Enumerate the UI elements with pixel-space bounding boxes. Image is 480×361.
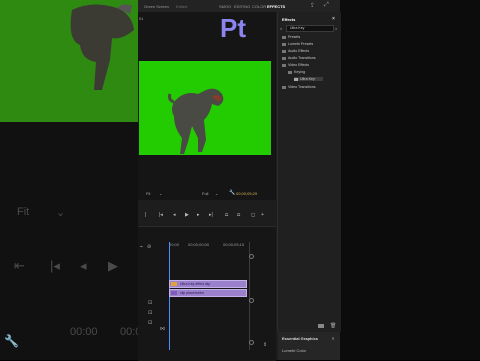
- background-mark-icon: |◂: [50, 258, 60, 273]
- essential-graphics-tab[interactable]: Essential Graphics: [282, 336, 318, 341]
- effects-tree-item-ultra-key[interactable]: Ultra Key: [294, 77, 323, 81]
- track-lock-icon-3[interactable]: ⊡: [148, 320, 152, 326]
- track-lock-icon-2[interactable]: ⊡: [148, 310, 152, 316]
- play-icon[interactable]: ▶: [185, 212, 189, 218]
- snap-icon[interactable]: ⌁: [140, 244, 143, 250]
- background-right-panel: [340, 0, 480, 360]
- go-to-out-icon[interactable]: ▸|: [209, 212, 213, 218]
- background-dinosaur-image: [70, 4, 134, 90]
- timeline-clip-v1[interactable]: clip placeholder: [169, 289, 247, 297]
- essential-graphics-panel: Essential Graphics ≡ Lumetri Color: [278, 332, 340, 360]
- dinosaur-image: [168, 88, 224, 154]
- timeline-tools: ⌁ ⊘ ⊡ ⊡ ⊡ ⋈: [138, 240, 168, 360]
- monitor-controls: Fit ⌄ Full ⌄ 🔧 00;00;05;29: [139, 188, 271, 198]
- linked-selection-icon[interactable]: ⊘: [147, 244, 151, 250]
- transport-controls: | |◂ ◂ ▶ ▸ ▸| ⩍ ⩍ ◻ +: [139, 210, 271, 222]
- top-bar: Green Screen Edited SMOO EDITING COLOR E…: [138, 0, 340, 12]
- track-lock-icon[interactable]: ⊡: [148, 300, 152, 306]
- share-icon[interactable]: ⇪: [310, 2, 315, 9]
- lumetri-color-item[interactable]: Lumetri Color: [282, 348, 306, 353]
- effects-tree-item-keying[interactable]: Keying: [288, 70, 305, 74]
- background-timeline-area: [0, 122, 138, 360]
- background-play-icon: ▶: [108, 258, 118, 273]
- timeline-clip-v2[interactable]: Ultra Key effect clip: [169, 280, 247, 288]
- effects-panel-header: Effects ×: [278, 14, 340, 24]
- track-scroll-icon[interactable]: ⇕: [263, 342, 267, 348]
- new-bin-icon[interactable]: [318, 324, 324, 328]
- export-frame-icon[interactable]: ◻: [251, 212, 255, 218]
- background-wrench-icon: 🔧: [4, 334, 19, 348]
- logo-text: Pt: [220, 13, 246, 43]
- effects-tree-item-audio-effects[interactable]: Audio Effects: [282, 49, 309, 53]
- step-back-icon[interactable]: ◂: [173, 212, 176, 218]
- effects-panel: [277, 12, 341, 332]
- effects-tree-item-video-effects[interactable]: Video Effects: [282, 63, 309, 67]
- clip-v2-label: Ultra Key effect clip: [180, 282, 211, 286]
- fit-dropdown[interactable]: Fit: [146, 191, 150, 196]
- effects-tree-item-video-transitions[interactable]: Video Transitions: [282, 85, 316, 89]
- effect-icon: [294, 77, 298, 81]
- folder-icon: [282, 63, 286, 67]
- playhead-timecode[interactable]: 00;00;05;29: [236, 191, 257, 196]
- folder-icon: [282, 42, 286, 46]
- background-fit-label: Fit: [17, 206, 30, 218]
- timeline-ruler[interactable]: 00;00 00;00;00;00 00;00;05;15: [168, 236, 276, 250]
- effects-tree-item-audio-transitions[interactable]: Audio Transitions: [282, 56, 316, 60]
- lift-icon[interactable]: ⩍: [225, 212, 228, 218]
- background-chevron-icon: ⌄: [56, 207, 66, 219]
- effects-tree-item-presets[interactable]: Presets: [282, 35, 300, 39]
- effects-search-input[interactable]: Ultra Key: [286, 25, 334, 32]
- workspace-tab-color[interactable]: COLOR: [252, 4, 266, 9]
- track-handle-icon[interactable]: [249, 254, 254, 259]
- sequence-name: Green Screen: [144, 4, 169, 9]
- chevron-down-icon-2[interactable]: ⌄: [215, 191, 218, 196]
- mark-in-icon[interactable]: |: [145, 212, 146, 218]
- ruler-tick: 00;00: [169, 242, 180, 247]
- delete-icon[interactable]: 🗑: [330, 323, 336, 329]
- effects-tree-item-lumetri-presets[interactable]: Lumetri Presets: [282, 42, 313, 46]
- extract-icon[interactable]: ⩍: [237, 212, 240, 218]
- monitor-label: 01: [139, 16, 144, 21]
- workspace-tab-effects[interactable]: EFFECTS: [267, 4, 285, 9]
- background-timecode: 00:00: [70, 326, 98, 338]
- wrench-icon[interactable]: 🔧: [229, 190, 235, 196]
- go-to-in-icon[interactable]: |◂: [159, 212, 163, 218]
- folder-icon: [282, 56, 286, 60]
- sequence-state: Edited: [176, 4, 188, 9]
- search-icon: ⌕: [280, 26, 283, 31]
- clip-v1-label: clip placeholder: [180, 291, 205, 295]
- ruler-tick: 00;00;05;15: [223, 242, 245, 247]
- track-handle-icon-2[interactable]: [249, 298, 254, 303]
- folder-icon: [282, 85, 286, 89]
- close-icon[interactable]: ×: [332, 16, 335, 22]
- effects-panel-title: Effects: [282, 17, 296, 22]
- ruler-tick: 00;00;00;00: [188, 242, 210, 247]
- resolution-dropdown[interactable]: Full: [202, 191, 208, 196]
- track-handle-icon-3[interactable]: [249, 340, 254, 345]
- workspace-tab-smoo[interactable]: SMOO: [219, 4, 231, 9]
- folder-icon: [282, 35, 286, 39]
- workspace-tab-editing[interactable]: EDITING: [234, 4, 250, 9]
- folder-icon: [282, 49, 286, 53]
- clip-badge-icon: [171, 291, 177, 295]
- razor-icon[interactable]: ⋈: [160, 326, 165, 332]
- background-back-icon: ◂: [80, 258, 87, 273]
- clear-search-icon[interactable]: ×: [335, 26, 337, 31]
- background-step-back-icon: ⇤: [14, 258, 25, 273]
- add-button-icon[interactable]: +: [261, 212, 264, 218]
- fx-badge-icon: [171, 282, 177, 286]
- fullscreen-icon[interactable]: ⤢: [324, 2, 329, 9]
- folder-icon: [288, 70, 292, 74]
- step-forward-icon[interactable]: ▸: [197, 212, 200, 218]
- panel-menu-icon[interactable]: ≡: [332, 336, 334, 341]
- chevron-down-icon[interactable]: ⌄: [159, 191, 162, 196]
